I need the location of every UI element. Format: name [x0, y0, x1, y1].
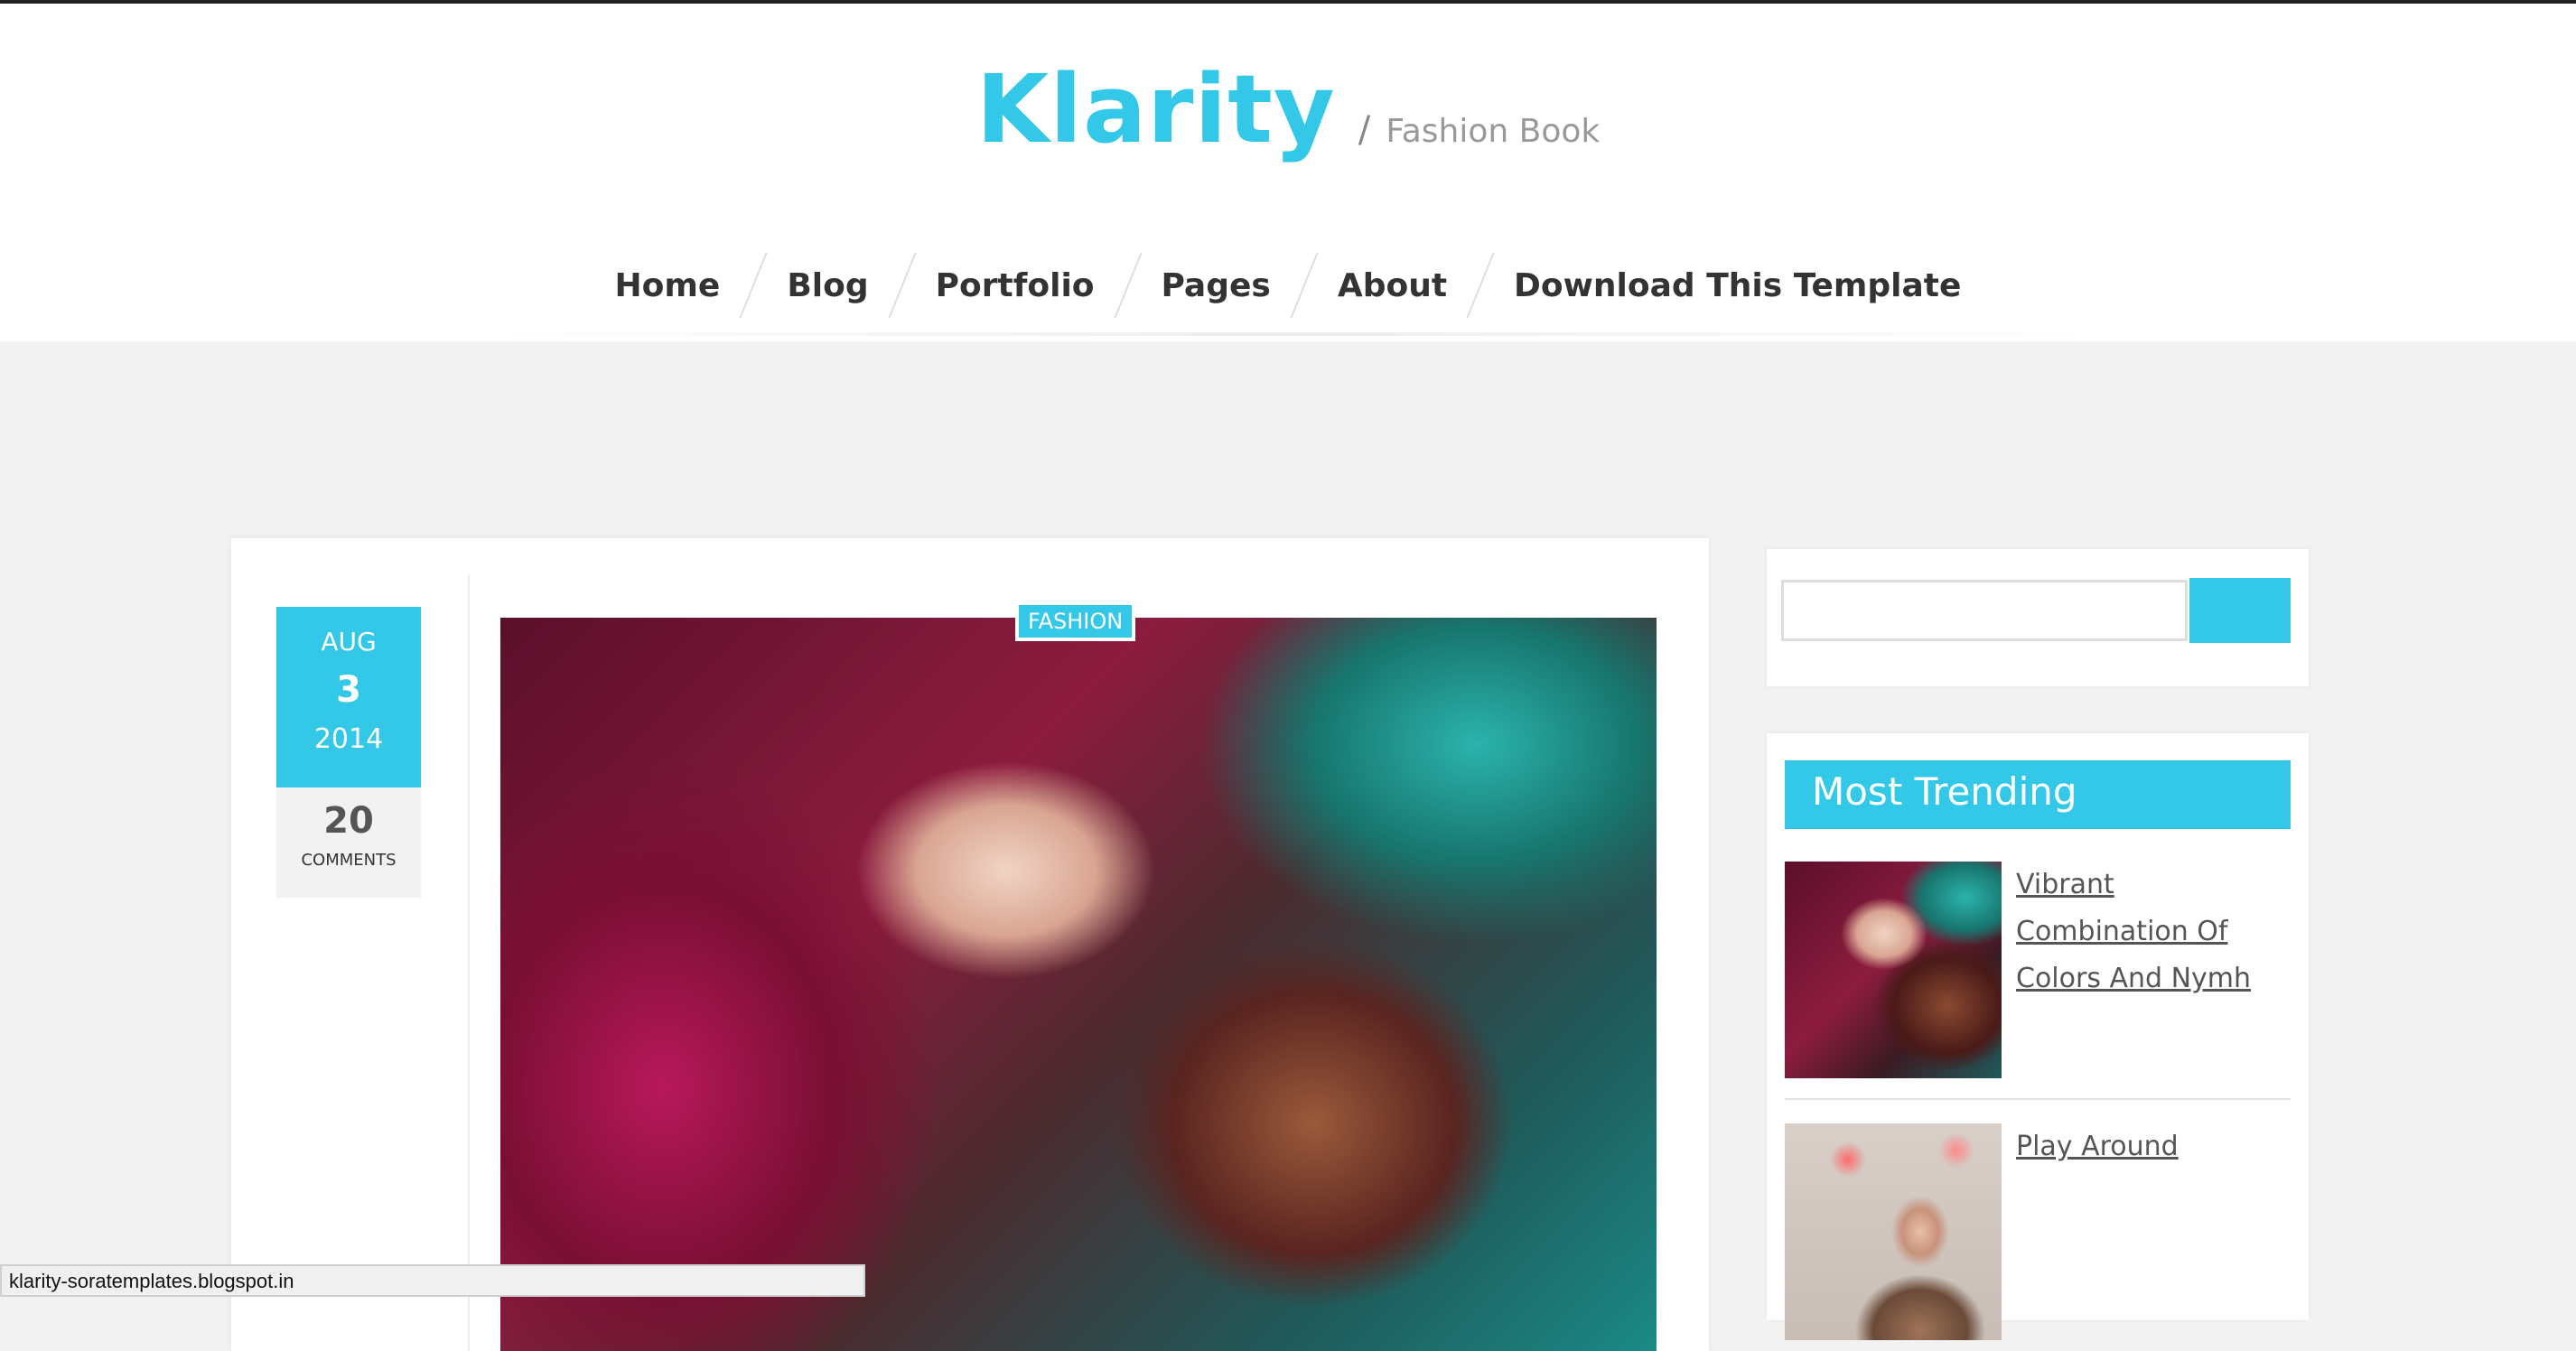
- trending-item: Vibrant Combination Of Colors And Nymh: [1785, 862, 2291, 1078]
- nav-separator: [1466, 253, 1495, 318]
- post-date-badge: AUG 3 2014: [276, 607, 421, 787]
- search-input[interactable]: [1781, 580, 2188, 641]
- site-header: Klarity / Fashion Book Home Blog Portfol…: [0, 4, 2576, 341]
- comments-label: COMMENTS: [301, 851, 397, 870]
- post-featured-image[interactable]: [500, 618, 1657, 1351]
- trending-item: Play Around: [1785, 1123, 2291, 1340]
- nav-item-download-template[interactable]: Download This Template: [1514, 260, 1961, 312]
- post-date-day: 3: [336, 669, 361, 711]
- trending-thumbnail[interactable]: [1785, 1123, 2002, 1340]
- post-date-month: AUG: [321, 627, 377, 657]
- trending-divider: [1785, 1098, 2291, 1100]
- post-card: AUG 3 2014 20 COMMENTS FASHION: [231, 538, 1709, 1351]
- nav-item-about[interactable]: About: [1338, 260, 1447, 312]
- trending-header: Most Trending: [1785, 760, 2291, 829]
- nav-underline: [488, 332, 2095, 336]
- search-widget: [1767, 549, 2309, 686]
- site-tagline: Fashion Book: [1386, 113, 1601, 150]
- main-nav: Home Blog Portfolio Pages About Download…: [0, 253, 2576, 318]
- nav-separator: [1113, 253, 1143, 318]
- trending-item-title[interactable]: Play Around: [2016, 1123, 2287, 1170]
- nav-separator: [739, 253, 768, 318]
- logo-separator: /: [1358, 109, 1371, 151]
- brand: Klarity / Fashion Book: [0, 54, 2576, 164]
- nav-separator: [888, 253, 917, 318]
- nav-item-portfolio[interactable]: Portfolio: [936, 260, 1095, 312]
- post-comments-badge[interactable]: 20 COMMENTS: [276, 787, 421, 898]
- status-url: klarity-soratemplates.blogspot.in: [9, 1270, 294, 1292]
- search-button[interactable]: [2189, 578, 2291, 643]
- trending-widget: Most Trending Vibrant Combination Of Col…: [1767, 733, 2309, 1340]
- post-category-tag[interactable]: FASHION: [1015, 601, 1136, 641]
- nav-item-pages[interactable]: Pages: [1162, 260, 1271, 312]
- post-column-divider: [468, 574, 470, 1351]
- post-date-year: 2014: [313, 723, 384, 755]
- nav-separator: [1290, 253, 1319, 318]
- comments-count: 20: [323, 800, 374, 842]
- site-logo[interactable]: Klarity: [976, 54, 1336, 164]
- trending-item-title[interactable]: Vibrant Combination Of Colors And Nymh: [2016, 862, 2287, 1002]
- nav-item-blog[interactable]: Blog: [787, 260, 868, 312]
- browser-status-bar: klarity-soratemplates.blogspot.in: [0, 1264, 865, 1297]
- trending-thumbnail[interactable]: [1785, 862, 2002, 1078]
- nav-item-home[interactable]: Home: [615, 260, 721, 312]
- trending-title: Most Trending: [1812, 769, 2077, 814]
